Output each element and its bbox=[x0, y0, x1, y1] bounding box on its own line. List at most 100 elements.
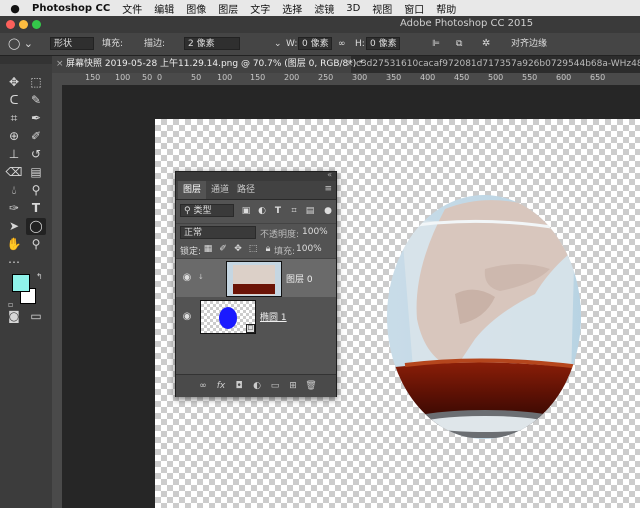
swap-colors-icon[interactable]: ↰ bbox=[36, 272, 43, 281]
lock-transparency-icon[interactable]: ▦ bbox=[202, 243, 214, 255]
crop-tool-icon[interactable]: ⌗ bbox=[4, 110, 24, 127]
layer-row-ellipse1[interactable]: ◉ □ 椭圆 1 bbox=[176, 298, 336, 336]
menu-edit[interactable]: 编辑 bbox=[154, 1, 174, 16]
link-layers-icon[interactable]: ∞ bbox=[196, 379, 210, 393]
adjustment-layer-icon[interactable]: ◐ bbox=[250, 379, 264, 393]
clone-stamp-tool-icon[interactable]: ⊥ bbox=[4, 146, 24, 163]
menu-window[interactable]: 窗口 bbox=[404, 1, 424, 16]
app-menu[interactable]: Photoshop CC bbox=[32, 3, 110, 14]
tool-mode-select[interactable]: 形状 bbox=[50, 37, 94, 50]
menu-layer[interactable]: 图层 bbox=[218, 1, 238, 16]
ellipse-tool-icon[interactable]: ◯ bbox=[26, 218, 46, 235]
menu-file[interactable]: 文件 bbox=[122, 1, 142, 16]
tab-channels[interactable]: 通道 bbox=[206, 181, 234, 199]
layer-row-layer0[interactable]: ◉ ↓ 图层 0 bbox=[176, 259, 336, 297]
foreground-color-swatch[interactable] bbox=[12, 274, 30, 292]
type-tool-icon[interactable]: T bbox=[26, 200, 46, 217]
visibility-eye-icon[interactable]: ◉ bbox=[180, 310, 194, 324]
ellipse-tool-preset-icon[interactable]: ◯ ⌄ bbox=[8, 37, 33, 51]
layers-panel-header[interactable]: « bbox=[176, 170, 336, 181]
pixel-filter-icon[interactable]: ▣ bbox=[240, 205, 252, 217]
layer-filter-kind-select[interactable]: ⚲ 类型 bbox=[180, 204, 234, 217]
blend-mode-select[interactable]: 正常 bbox=[180, 226, 256, 239]
stroke-width-field[interactable]: 2 像素 bbox=[184, 37, 240, 50]
delete-layer-icon[interactable]: 🗑︎ bbox=[304, 379, 318, 393]
blur-tool-icon[interactable]: 💧︎ bbox=[4, 182, 24, 199]
menu-select[interactable]: 选择 bbox=[282, 1, 302, 16]
height-label: H: bbox=[355, 39, 365, 49]
vertical-ruler bbox=[52, 85, 62, 508]
close-tab-icon[interactable]: × bbox=[346, 56, 354, 73]
quick-mask-icon[interactable]: ◙ bbox=[4, 308, 24, 325]
type-filter-icon[interactable]: T bbox=[272, 205, 284, 217]
opacity-field[interactable]: 100% bbox=[302, 227, 328, 237]
fill-field[interactable]: 100% bbox=[296, 244, 322, 254]
lock-artboard-icon[interactable]: ⬚ bbox=[247, 243, 259, 255]
minimize-window-button[interactable] bbox=[19, 20, 28, 29]
move-tool-icon[interactable]: ✥ bbox=[4, 74, 24, 91]
menu-type[interactable]: 文字 bbox=[250, 1, 270, 16]
layer-style-icon[interactable]: fx bbox=[214, 379, 228, 393]
visibility-eye-icon[interactable]: ◉ bbox=[180, 271, 194, 285]
stroke-label: 描边: bbox=[144, 39, 166, 49]
zoom-tool-icon[interactable]: ⚲ bbox=[26, 236, 46, 253]
layer-thumbnail[interactable]: □ bbox=[200, 300, 256, 334]
clipping-indicator-icon: ↓ bbox=[198, 273, 204, 281]
panel-menu-icon[interactable]: ≡ bbox=[324, 184, 332, 194]
collapse-panel-icon[interactable]: « bbox=[327, 170, 332, 179]
brush-tool-icon[interactable]: ✐ bbox=[26, 128, 46, 145]
link-icon[interactable]: ∞ bbox=[338, 37, 346, 51]
smart-object-filter-icon[interactable]: ▤ bbox=[304, 205, 316, 217]
menu-3d[interactable]: 3D bbox=[346, 3, 360, 14]
tab-layers[interactable]: 图层 bbox=[178, 181, 207, 199]
tab-paths[interactable]: 路径 bbox=[232, 181, 260, 199]
zoom-window-button[interactable] bbox=[32, 20, 41, 29]
path-arrangement-icon[interactable]: ⧉ bbox=[456, 37, 462, 51]
width-field[interactable]: 0 像素 bbox=[298, 37, 332, 50]
eyedropper-tool-icon[interactable]: ✒ bbox=[26, 110, 46, 127]
marquee-tool-icon[interactable]: ⬚ bbox=[26, 74, 46, 91]
quick-selection-tool-icon[interactable]: ✎ bbox=[26, 92, 46, 109]
healing-brush-tool-icon[interactable]: ⊕ bbox=[4, 128, 24, 145]
new-group-icon[interactable]: ▭ bbox=[268, 379, 282, 393]
gradient-tool-icon[interactable]: ▤ bbox=[26, 164, 46, 181]
ruler-tick: 300 bbox=[352, 73, 368, 82]
gear-icon[interactable]: ✲ bbox=[482, 37, 490, 51]
history-brush-tool-icon[interactable]: ↺ bbox=[26, 146, 46, 163]
ruler-tick: 100 bbox=[115, 73, 131, 82]
add-mask-icon[interactable]: ◘ bbox=[232, 379, 246, 393]
path-alignment-icon[interactable]: ⊫ bbox=[432, 37, 440, 51]
menu-filter[interactable]: 滤镜 bbox=[314, 1, 334, 16]
layer-name[interactable]: 图层 0 bbox=[286, 272, 313, 285]
path-selection-tool-icon[interactable]: ➤ bbox=[4, 218, 24, 235]
layer-thumbnail[interactable] bbox=[226, 261, 282, 297]
shape-filter-icon[interactable]: ⌗ bbox=[288, 205, 300, 217]
close-tab-icon[interactable]: × bbox=[56, 56, 64, 73]
edit-toolbar-icon[interactable]: ⋯ bbox=[4, 254, 24, 271]
pen-tool-icon[interactable]: ✑ bbox=[4, 200, 24, 217]
height-field[interactable]: 0 像素 bbox=[366, 37, 400, 50]
lasso-tool-icon[interactable]: ᑕ bbox=[4, 92, 24, 109]
glass-thumbnail-icon bbox=[227, 262, 281, 296]
lock-position-icon[interactable]: ✥ bbox=[232, 243, 244, 255]
apple-menu-icon[interactable]: ● bbox=[8, 2, 22, 15]
menu-image[interactable]: 图像 bbox=[186, 1, 206, 16]
document-tab-active[interactable]: × 屏幕快照 2019-05-28 上午11.29.14.png @ 70.7%… bbox=[52, 56, 364, 73]
stroke-type-chevron-icon[interactable]: ⌄ bbox=[274, 37, 282, 51]
dodge-tool-icon[interactable]: ⚲ bbox=[26, 182, 46, 199]
adjustment-filter-icon[interactable]: ◐ bbox=[256, 205, 268, 217]
new-layer-icon[interactable]: ⊞ bbox=[286, 379, 300, 393]
filter-toggle-icon[interactable]: ● bbox=[322, 205, 334, 217]
eraser-tool-icon[interactable]: ⌫ bbox=[4, 164, 24, 181]
lock-pixels-icon[interactable]: ✐ bbox=[217, 243, 229, 255]
close-window-button[interactable] bbox=[6, 20, 15, 29]
layer-name[interactable]: 椭圆 1 bbox=[260, 310, 287, 323]
screen-mode-icon[interactable]: ▭ bbox=[26, 308, 46, 325]
document-tab-inactive[interactable]: × c3d27531610cacaf972081d717357a926b0729… bbox=[342, 56, 640, 73]
lock-all-icon[interactable]: 🔒︎ bbox=[262, 243, 274, 255]
hand-tool-icon[interactable]: ✋ bbox=[4, 236, 24, 253]
ruler-tick: 0 bbox=[157, 73, 163, 82]
menu-help[interactable]: 帮助 bbox=[436, 1, 456, 16]
menu-view[interactable]: 视图 bbox=[372, 1, 392, 16]
ruler-tick: 50 bbox=[142, 73, 153, 82]
